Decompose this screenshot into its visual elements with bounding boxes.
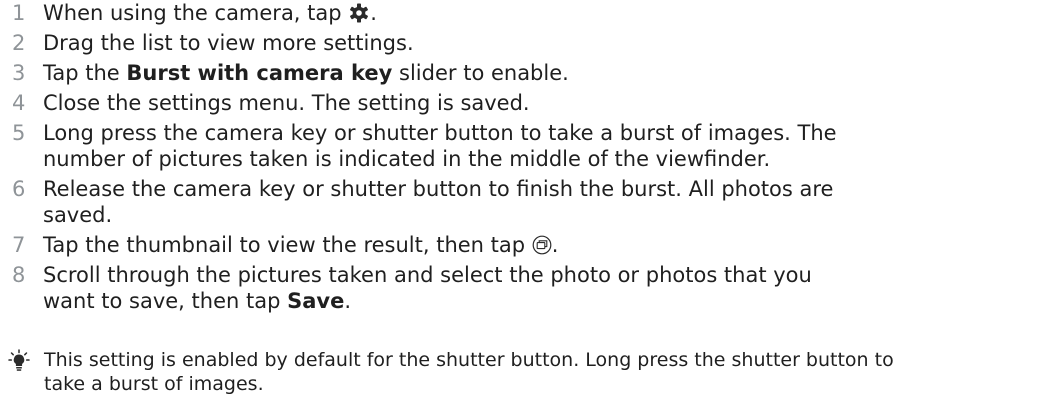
- step-text-part: When using the camera, tap: [43, 1, 349, 25]
- step-text: When using the camera, tap .: [43, 0, 1033, 29]
- step-number: 1: [12, 1, 26, 25]
- step-text-line: Long press the camera key or shutter but…: [43, 121, 837, 145]
- step-number: 4: [12, 91, 26, 115]
- setting-name: Burst with camera key: [126, 61, 393, 85]
- step-text-part: Tap the thumbnail to view the result, th…: [43, 233, 532, 257]
- gear-icon: [348, 3, 370, 29]
- step-text: Long press the camera key or shutter but…: [43, 120, 1033, 172]
- step-text: Tap the Burst with camera key slider to …: [43, 60, 1033, 86]
- tip-text: This setting is enabled by default for t…: [44, 348, 1034, 396]
- step-text-line: Scroll through the pictures taken and se…: [43, 263, 812, 287]
- step-text-part: want to save, then tap: [43, 289, 288, 313]
- step-text-line: Release the camera key or shutter button…: [43, 177, 834, 201]
- step-text: Drag the list to view more settings.: [43, 31, 414, 55]
- step-text-part: .: [370, 1, 377, 25]
- step-text-part: slider to enable.: [392, 61, 569, 85]
- step-text: Tap the thumbnail to view the result, th…: [43, 232, 1033, 261]
- step-text: Close the settings menu. The setting is …: [43, 91, 530, 115]
- step-number: 5: [12, 121, 26, 145]
- step-number: 6: [12, 177, 26, 201]
- step-text-line: saved.: [43, 203, 113, 227]
- step-text-part: Tap the: [43, 61, 127, 85]
- step-text: Release the camera key or shutter button…: [43, 176, 1033, 228]
- tip-text-line: This setting is enabled by default for t…: [44, 349, 894, 371]
- step-number: 8: [12, 263, 26, 287]
- step-number: 3: [12, 61, 26, 85]
- step-text-line: number of pictures taken is indicated in…: [43, 147, 771, 171]
- step-text-line: want to save, then tap Save.: [43, 288, 1033, 314]
- step-text-part: .: [344, 289, 352, 313]
- step-text: Scroll through the pictures taken and se…: [43, 262, 1033, 314]
- lightbulb-tip-icon: [8, 349, 30, 377]
- instruction-page: 1 When using the camera, tap . 2 Drag th…: [0, 0, 1045, 414]
- step-text-part: .: [551, 233, 559, 257]
- save-label: Save: [287, 289, 345, 313]
- tip-text-line: take a burst of images.: [44, 373, 264, 395]
- step-number: 2: [12, 31, 26, 55]
- step-number: 7: [12, 233, 26, 257]
- burst-gallery-icon: [532, 235, 552, 261]
